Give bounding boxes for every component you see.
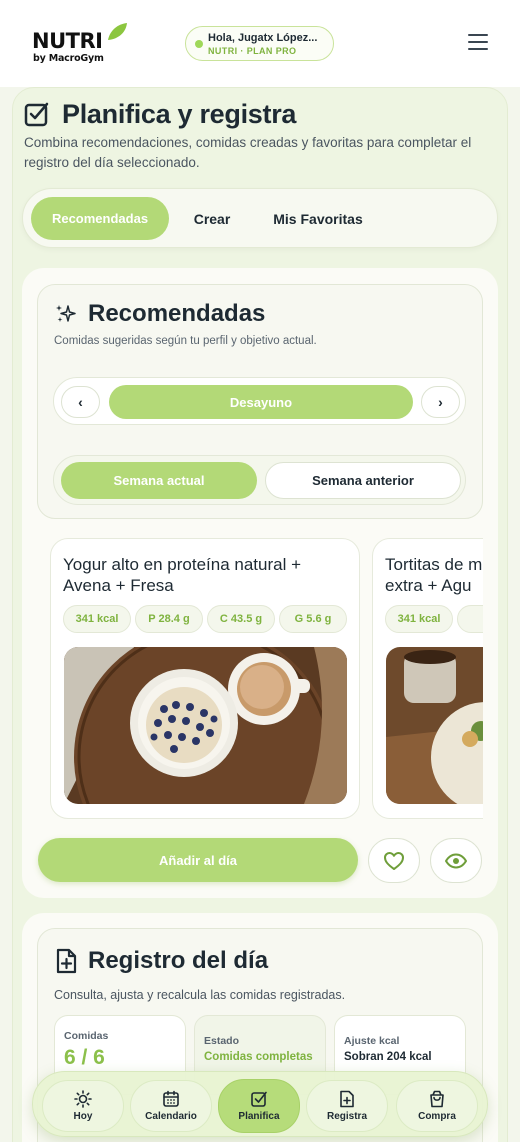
heart-icon — [384, 851, 404, 870]
recommendations-title-row: Recomendadas — [54, 300, 265, 328]
nav-compra[interactable]: Compra — [396, 1080, 478, 1132]
food-name-line: extra + Agu — [385, 576, 472, 595]
food-photo — [64, 647, 347, 804]
user-profile-pill[interactable]: Hola, Jugatx López... NUTRI · PLAN PRO — [185, 26, 334, 61]
sun-icon — [74, 1090, 92, 1108]
protein-badge: P 28.4 g — [135, 605, 203, 633]
page-title: Planifica y registra — [62, 98, 297, 129]
recommendations-title: Recomendadas — [88, 300, 266, 327]
logo-subtext: by MacroGym — [33, 53, 104, 64]
nav-label: Planifica — [238, 1111, 280, 1122]
nutri-logo[interactable]: NUTRI by MacroGym — [32, 22, 128, 66]
add-file-icon — [340, 1090, 354, 1108]
tab-mis-favoritas[interactable]: Mis Favoritas — [259, 197, 377, 240]
food-name-line: Avena + Fresa — [63, 576, 174, 595]
stat-label: Ajuste kcal — [344, 1035, 400, 1047]
nav-calendario[interactable]: Calendario — [130, 1080, 212, 1132]
shopping-bag-icon — [430, 1090, 444, 1108]
user-plan: NUTRI · PLAN PRO — [208, 46, 297, 56]
food-name: Tortitas de m extra + Agu — [385, 554, 483, 596]
hamburger-menu-icon[interactable] — [468, 34, 492, 54]
food-name-line: Yogur alto en proteína natural + — [63, 555, 302, 574]
stat-value: Comidas completas — [204, 1051, 313, 1063]
previous-week-button[interactable]: Semana anterior — [265, 462, 461, 499]
daily-log-title-row: Registro del día — [54, 947, 268, 975]
bottom-navigation: Hoy Calendario Planifica Registra Compra — [32, 1071, 488, 1137]
carbs-badge: C 43.5 g — [207, 605, 275, 633]
food-name: Yogur alto en proteína natural + Avena +… — [63, 554, 343, 596]
sparkles-icon — [56, 305, 76, 322]
page-description: Combina recomendaciones, comidas creadas… — [24, 135, 472, 170]
add-file-icon — [56, 948, 77, 974]
stat-value: 6 / 6 — [64, 1046, 105, 1069]
nav-label: Hoy — [73, 1111, 93, 1122]
previous-meal-button[interactable]: ‹ — [61, 386, 100, 418]
week-selector: Semana actual Semana anterior — [53, 455, 466, 505]
leaf-icon — [108, 23, 127, 40]
daily-log-subtitle: Consulta, ajusta y recalcula las comidas… — [54, 988, 346, 1002]
fat-badge: G 5.6 g — [279, 605, 347, 633]
protein-badge: P 2 — [457, 605, 483, 633]
nav-label: Compra — [418, 1111, 456, 1122]
daily-log-title: Registro del día — [88, 947, 269, 974]
checkbox-icon — [251, 1091, 267, 1107]
nav-hoy[interactable]: Hoy — [42, 1080, 124, 1132]
recommendation-carousel[interactable]: Yogur alto en proteína natural + Avena +… — [37, 530, 483, 830]
stat-label: Comidas — [64, 1030, 109, 1042]
eye-icon — [445, 852, 467, 869]
tab-recomendadas[interactable]: Recomendadas — [31, 197, 169, 240]
kcal-badge: 341 kcal — [385, 605, 453, 633]
nav-label: Registra — [326, 1111, 367, 1122]
stat-label: Estado — [204, 1035, 240, 1047]
meal-selector: ‹ Desayuno › — [53, 377, 466, 425]
macros-row: 341 kcal P 28.4 g C 43.5 g G 5.6 g — [63, 605, 347, 633]
user-greeting: Hola, Jugatx López... — [208, 32, 318, 44]
calendar-icon — [163, 1090, 179, 1107]
next-meal-button[interactable]: › — [421, 386, 460, 418]
macros-row: 341 kcal P 2 — [385, 605, 483, 633]
recommendations-subtitle: Comidas sugeridas según tu perfil y obje… — [54, 335, 317, 347]
app-header: NUTRI by MacroGym Hola, Jugatx López... … — [0, 0, 520, 87]
food-card[interactable]: Yogur alto en proteína natural + Avena +… — [50, 538, 360, 819]
checkbox-icon — [24, 102, 49, 127]
planner-tabs: Recomendadas Crear Mis Favoritas — [22, 188, 498, 248]
current-week-button[interactable]: Semana actual — [61, 462, 257, 499]
favorite-button[interactable] — [368, 838, 420, 883]
nav-planifica[interactable]: Planifica — [218, 1079, 300, 1133]
kcal-badge: 341 kcal — [63, 605, 131, 633]
view-details-button[interactable] — [430, 838, 482, 883]
food-photo — [386, 647, 483, 804]
stat-value: Sobran 204 kcal — [344, 1051, 432, 1063]
current-meal[interactable]: Desayuno — [109, 385, 413, 419]
food-name-line: Tortitas de m — [385, 555, 483, 574]
tab-crear[interactable]: Crear — [181, 197, 243, 240]
nav-registra[interactable]: Registra — [306, 1080, 388, 1132]
logo-text: NUTRI — [32, 29, 103, 53]
page-title-row: Planifica y registra — [24, 97, 296, 131]
food-card[interactable]: Tortitas de m extra + Agu 341 kcal P 2 — [372, 538, 483, 819]
online-status-dot — [195, 40, 203, 48]
add-to-day-button[interactable]: Añadir al día — [38, 838, 358, 882]
nav-label: Calendario — [145, 1111, 197, 1122]
